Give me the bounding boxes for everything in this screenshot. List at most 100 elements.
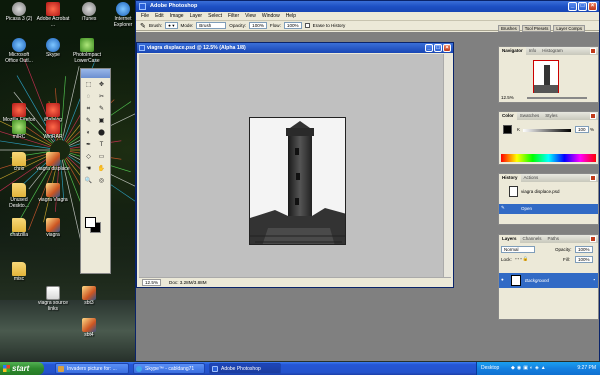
maximize-button[interactable]: □ — [578, 2, 587, 11]
navigator-zoom-slider[interactable] — [527, 97, 587, 99]
erase-to-history-checkbox[interactable] — [304, 23, 310, 28]
tool-button[interactable]: ◐ — [84, 129, 93, 138]
taskbar-button-invaders[interactable]: Invaders picture for: ... — [55, 363, 129, 374]
opacity-field[interactable]: 100% — [249, 22, 267, 29]
desktop-icon[interactable]: iTunes — [72, 2, 106, 23]
zoom-field[interactable]: 12.5% — [142, 279, 162, 286]
canvas-area[interactable] — [139, 54, 443, 278]
tool-button[interactable]: ✋ — [97, 165, 106, 174]
layer-row-background[interactable]: ● Background ▪ — [499, 273, 598, 288]
tab-actions[interactable]: Actions — [521, 174, 542, 182]
document-vertical-scrollbar[interactable] — [443, 54, 451, 278]
photoshop-title-bar[interactable]: Adobe Photoshop _ □ × — [136, 1, 599, 12]
desktop-icon[interactable]: Microsoft Office Outl... — [2, 38, 36, 64]
k-channel-value[interactable]: 100 — [575, 126, 589, 133]
desktop-icon[interactable]: viagra displace — [36, 152, 70, 173]
layer-opacity-field[interactable]: 100% — [575, 246, 593, 253]
document-title-bar[interactable]: viagra displace.psd @ 12.5% (Alpha 1/8) … — [137, 43, 453, 53]
tab-histogram[interactable]: Histogram — [539, 47, 566, 55]
tool-button[interactable]: T — [97, 141, 106, 150]
tray-desktop-label[interactable]: Desktop — [481, 362, 499, 375]
minimize-button[interactable]: _ — [568, 2, 577, 11]
desktop-icon[interactable]: Skype — [36, 38, 70, 59]
tray-icons[interactable]: ◆◉▣◐◈▲ — [511, 362, 548, 375]
menu-filter[interactable]: Filter — [225, 13, 242, 19]
brush-size-picker[interactable]: ● ▾ — [165, 22, 178, 29]
desktop-icon[interactable]: sbt3 — [72, 286, 106, 307]
desktop-icon[interactable]: misc — [2, 262, 36, 283]
desktop-icon[interactable]: viagra source links — [36, 286, 70, 312]
blend-mode-dropdown[interactable]: Normal — [501, 246, 535, 253]
doc-size-info[interactable]: Doc: 3.28M/3.88M — [169, 278, 207, 286]
tool-button[interactable]: ☚ — [84, 165, 93, 174]
flow-field[interactable]: 100% — [283, 22, 302, 29]
color-spectrum-bar[interactable] — [501, 154, 596, 162]
palette-close-icon[interactable] — [590, 175, 596, 181]
tab-paths[interactable]: Paths — [545, 235, 563, 243]
doc-minimize-button[interactable]: _ — [425, 44, 433, 52]
menu-view[interactable]: View — [242, 13, 259, 19]
tab-swatches[interactable]: Swatches — [517, 112, 543, 120]
taskbar-button-skype[interactable]: Skype™ - cabldang71 — [133, 363, 205, 374]
menu-window[interactable]: Window — [259, 13, 283, 19]
tool-button[interactable]: ✎ — [84, 117, 93, 126]
desktop-icon[interactable]: sbt4 — [72, 318, 106, 339]
layer-comps-tab[interactable]: Layer Comps — [553, 25, 585, 32]
desktop-icon[interactable]: Adobe Acrobat ... — [36, 2, 70, 28]
taskbar-button-photoshop[interactable]: Adobe Photoshop — [209, 363, 281, 374]
tab-history[interactable]: History — [499, 174, 521, 182]
doc-close-button[interactable]: × — [443, 44, 451, 52]
tool-button[interactable]: ⬚ — [84, 81, 93, 90]
lock-icons[interactable]: ▫▫▫🔒 — [515, 256, 529, 262]
tab-navigator[interactable]: Navigator — [499, 47, 526, 55]
tool-button[interactable]: ✎ — [97, 105, 106, 114]
menu-image[interactable]: Image — [167, 13, 187, 19]
desktop-icon[interactable]: viagra Viagra — [36, 183, 70, 204]
tool-button[interactable]: ◎ — [97, 177, 106, 186]
history-snapshot-row[interactable]: viagra displace.psd — [499, 185, 598, 198]
brush-tool-icon[interactable]: ✎ — [140, 22, 146, 30]
navigator-thumbnail[interactable] — [533, 60, 559, 93]
mode-dropdown[interactable]: Brush — [196, 22, 227, 29]
brushes-tab[interactable]: Brushes — [498, 25, 520, 32]
tab-color[interactable]: Color — [499, 112, 517, 120]
palette-close-icon[interactable] — [590, 236, 596, 242]
palette-close-icon[interactable] — [590, 113, 596, 119]
menu-help[interactable]: Help — [283, 13, 299, 19]
desktop-icon[interactable]: chatzilla — [2, 218, 36, 239]
desktop-icon[interactable]: mIRC — [2, 120, 36, 141]
navigator-zoom-value[interactable]: 12.5% — [501, 95, 514, 100]
clock[interactable]: 9:27 PM — [577, 362, 596, 375]
foreground-color-swatch[interactable] — [85, 217, 96, 228]
doc-maximize-button[interactable]: □ — [434, 44, 442, 52]
tab-channels[interactable]: Channels — [520, 235, 545, 243]
history-state-row[interactable]: ✎ Open — [499, 204, 598, 214]
palette-close-icon[interactable] — [590, 48, 596, 54]
menu-edit[interactable]: Edit — [152, 13, 167, 19]
tool-button[interactable]: ◇ — [84, 153, 93, 162]
tool-button[interactable]: ▣ — [97, 117, 106, 126]
desktop-icon[interactable]: PhotoImpact LowerCase — [70, 38, 104, 64]
tool-button[interactable]: ✥ — [97, 81, 106, 90]
tool-button[interactable]: ⬤ — [97, 129, 106, 138]
tool-button[interactable]: ✒ — [84, 141, 93, 150]
tab-layers[interactable]: Layers — [499, 235, 520, 243]
menu-file[interactable]: File — [138, 13, 152, 19]
tool-button[interactable]: ◌ — [84, 93, 93, 102]
menu-select[interactable]: Select — [205, 13, 225, 19]
menu-layer[interactable]: Layer — [187, 13, 206, 19]
desktop-icon[interactable]: Unused Deskto... — [2, 183, 36, 209]
tool-button[interactable]: ✂ — [97, 93, 106, 102]
tool-button[interactable]: 🔍 — [84, 177, 93, 186]
desktop-icon[interactable]: WinRAR — [36, 120, 70, 141]
tool-presets-tab[interactable]: Tool Presets — [521, 25, 552, 32]
desktop-icon[interactable]: Picasa 3 (2) — [2, 2, 36, 23]
fill-field[interactable]: 100% — [575, 256, 593, 263]
color-fg-swatch[interactable] — [503, 125, 512, 134]
close-button[interactable]: × — [588, 2, 597, 11]
toolbox-header[interactable] — [81, 69, 110, 78]
tab-info[interactable]: Info — [526, 47, 540, 55]
desktop-icon[interactable]: chris — [2, 152, 36, 173]
tool-button[interactable]: ⌗ — [84, 105, 93, 114]
desktop-icon[interactable]: viagra — [36, 218, 70, 239]
